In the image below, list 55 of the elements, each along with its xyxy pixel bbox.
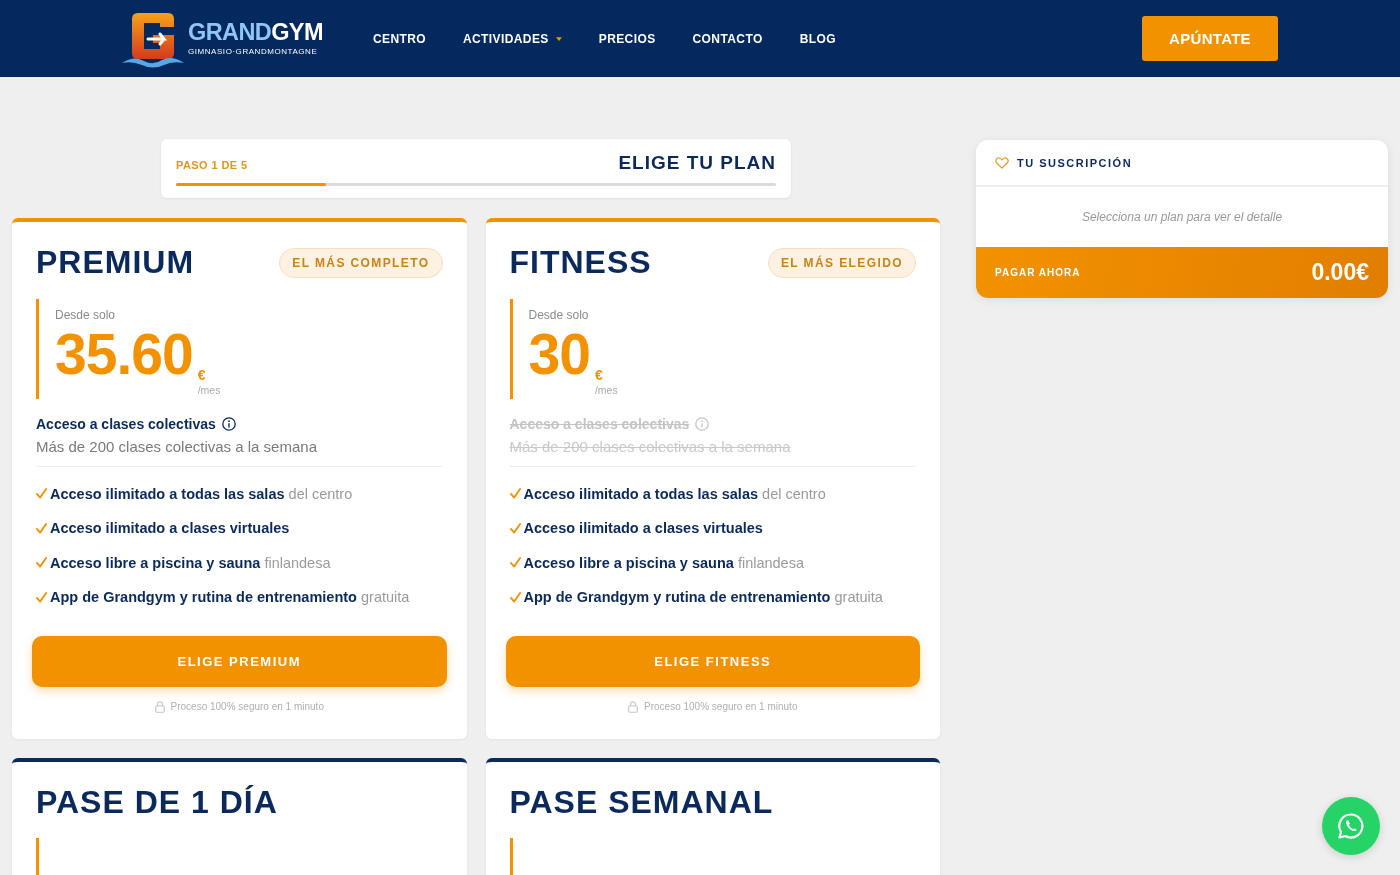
feature-title: Acceso a clases colectivas (509, 415, 690, 432)
feature-text: App de Grandgym y rutina de entrenamiento gratuita (50, 589, 410, 606)
empty-message: Selecciona un plan para ver el detalle (1081, 210, 1283, 224)
heart-icon (995, 156, 1009, 169)
security-note: Proceso 100% seguro en 1 minuto (170, 701, 324, 713)
logo-tagline: GIMNASIO·GRANDMONTAGNE (188, 47, 319, 57)
feature-text: App de Grandgym y rutina de entrenamiento gratuita (523, 589, 883, 606)
feature-text: Acceso ilimitado a clases virtuales (50, 520, 290, 537)
check-icon (36, 591, 47, 603)
feature-text: Acceso libre a piscina y sauna finlandesa (50, 554, 331, 571)
panel-title: TU SUSCRIPCIÓN (1017, 156, 1133, 169)
currency-symbol: € (197, 368, 207, 384)
check-icon (509, 557, 521, 569)
price-prefix: Desde solo (55, 307, 117, 322)
price-period: /mes (197, 383, 221, 396)
lock-icon (154, 700, 165, 713)
plan-name: FITNESS (509, 246, 652, 280)
check-icon (36, 522, 47, 534)
logo-wordmark: GRANDGYM (188, 20, 323, 45)
feature-text: Acceso ilimitado a todas las salas del centro (50, 485, 353, 502)
chat-button[interactable] (1322, 797, 1380, 855)
nav-link[interactable]: CENTRO (372, 31, 426, 46)
security-note: Proceso 100% seguro en 1 minuto (644, 701, 798, 713)
check-icon (509, 488, 521, 500)
info-icon[interactable] (221, 416, 236, 431)
feature-text: Acceso libre a piscina y sauna finlandesa (523, 554, 804, 571)
feature-description: Más de 200 clases colectivas a la semana (36, 437, 318, 455)
check-icon (509, 522, 521, 534)
check-icon (509, 591, 521, 603)
nav-link[interactable]: ACTIVIDADES (463, 31, 562, 46)
feature-title: Acceso a clases colectivas (36, 415, 216, 432)
nav-link[interactable]: PRECIOS (598, 31, 656, 46)
accent-bar (509, 838, 513, 875)
phone-bubble-icon (1337, 812, 1365, 840)
pay-now-label: PAGAR AHORA (995, 267, 1081, 278)
nav-link[interactable]: BLOG (799, 31, 836, 46)
total-price: 0.00€ (1311, 259, 1369, 286)
feature-text: Acceso ilimitado a todas las salas del centro (523, 485, 826, 502)
price-amount: 30 (528, 325, 590, 383)
check-icon (36, 488, 47, 500)
currency-symbol: € (594, 368, 604, 384)
step-counter: PASO 1 DE 5 (176, 159, 248, 171)
step-title: ELIGE TU PLAN (618, 152, 776, 174)
plan-tag: EL MÁS ELEGIDO (767, 247, 916, 278)
plan-name: PREMIUM (36, 246, 195, 280)
plan-name: PASE DE 1 DÍA (36, 785, 278, 820)
nav-link[interactable]: CONTACTO (692, 31, 763, 46)
price-prefix: Desde solo (528, 307, 590, 322)
lock-icon (628, 700, 639, 713)
plan-tag: EL MÁS COMPLETO (279, 247, 443, 278)
feature-text: Acceso ilimitado a clases virtuales (523, 520, 763, 537)
check-icon (36, 557, 47, 569)
price-amount: 35.60 (55, 325, 193, 383)
plan-name: PASE SEMANAL (509, 785, 774, 820)
price-period: /mes (594, 383, 618, 396)
